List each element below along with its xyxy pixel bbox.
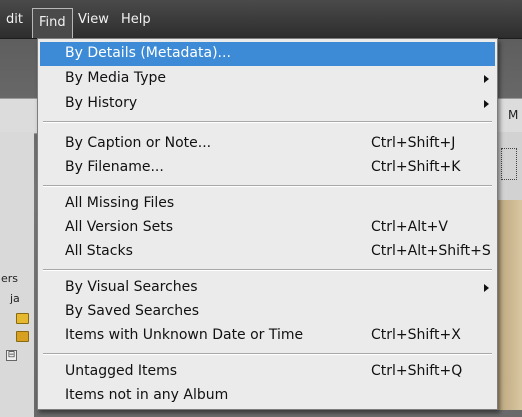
menu-item-label: By Media Type [65, 70, 166, 86]
menu-item-shortcut: Ctrl+Alt+V [371, 219, 448, 235]
menu-item-shortcut: Ctrl+Shift+K [371, 159, 461, 175]
menu-item-untagged-items[interactable]: Untagged Items Ctrl+Shift+Q [40, 360, 495, 384]
menu-item-shortcut: Ctrl+Shift+J [371, 135, 456, 151]
photo-thumbnail[interactable] [496, 200, 522, 410]
menu-item-label: Untagged Items [65, 363, 178, 379]
menu-find[interactable]: Find [32, 8, 73, 38]
menu-item-label: By Caption or Note... [65, 135, 212, 151]
menu-item-by-filename[interactable]: By Filename... Ctrl+Shift+K [40, 156, 495, 180]
menu-item-unknown-date[interactable]: Items with Unknown Date or Time Ctrl+Shi… [40, 324, 495, 348]
menu-item-label: By History [65, 95, 138, 111]
menu-item-not-in-album[interactable]: Items not in any Album [40, 384, 495, 408]
menu-separator [43, 269, 492, 271]
menu-view[interactable]: View [72, 9, 115, 31]
album-icon[interactable] [16, 331, 29, 342]
menu-item-by-saved-searches[interactable]: By Saved Searches [40, 300, 495, 324]
menu-help[interactable]: Help [115, 9, 157, 31]
menu-item-label: Items not in any Album [65, 387, 229, 403]
menu-item-by-details[interactable]: By Details (Metadata)... [40, 42, 495, 66]
menu-item-label: All Missing Files [65, 195, 175, 211]
menu-separator [43, 185, 492, 187]
menu-item-by-media-type[interactable]: By Media Type [40, 67, 495, 91]
album-icon[interactable] [16, 313, 29, 324]
menu-item-label: All Version Sets [65, 219, 174, 235]
submenu-arrow-icon [484, 284, 489, 292]
selection-frame [501, 148, 517, 180]
menu-item-shortcut: Ctrl+Alt+Shift+S [371, 243, 491, 259]
menu-item-by-caption[interactable]: By Caption or Note... Ctrl+Shift+J [40, 132, 495, 156]
menu-separator [43, 121, 492, 123]
collapse-icon[interactable]: ⊟ [6, 350, 17, 361]
menu-edit[interactable]: dit [0, 9, 29, 31]
submenu-arrow-icon [484, 75, 489, 83]
menu-item-all-stacks[interactable]: All Stacks Ctrl+Alt+Shift+S [40, 240, 495, 264]
menu-separator [43, 353, 492, 355]
find-menu: By Details (Metadata)... By Media Type B… [37, 38, 498, 410]
menu-item-label: By Details (Metadata)... [65, 45, 231, 61]
menu-item-shortcut: Ctrl+Shift+X [371, 327, 461, 343]
panel-label-fragment: M [508, 108, 519, 122]
menu-item-shortcut: Ctrl+Shift+Q [371, 363, 463, 379]
menu-item-label: All Stacks [65, 243, 133, 259]
menu-item-label: Items with Unknown Date or Time [65, 327, 304, 343]
menu-item-label: By Visual Searches [65, 279, 198, 295]
menu-item-label: By Filename... [65, 159, 164, 175]
menu-item-by-visual-searches[interactable]: By Visual Searches [40, 276, 495, 300]
panel-label-fragment: ja [10, 292, 20, 305]
menu-item-all-version-sets[interactable]: All Version Sets Ctrl+Alt+V [40, 216, 495, 240]
menu-item-all-missing-files[interactable]: All Missing Files [40, 192, 495, 216]
menu-item-by-history[interactable]: By History [40, 92, 495, 116]
submenu-arrow-icon [484, 100, 489, 108]
panel-label-fragment: ers [1, 272, 19, 285]
menu-item-label: By Saved Searches [65, 303, 200, 319]
menu-bar: dit Find View Help [0, 0, 522, 39]
